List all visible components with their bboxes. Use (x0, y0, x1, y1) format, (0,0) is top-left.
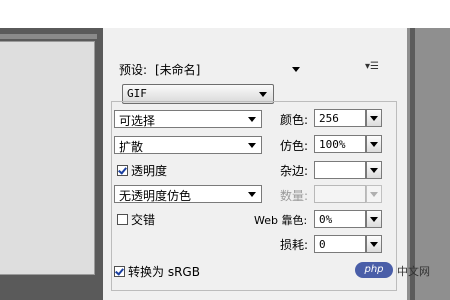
preset-select[interactable]: [未命名] (155, 61, 200, 78)
right-scrollbar[interactable] (410, 28, 415, 300)
format-value: GIF (127, 87, 147, 100)
interlaced-label: 交错 (131, 213, 156, 227)
dither-dropdown-button[interactable] (366, 135, 382, 153)
amount-dropdown-button[interactable] (366, 185, 382, 203)
matte-label: 杂边: (280, 164, 309, 178)
dither-value: 100% (319, 138, 346, 151)
web-snap-label: Web 靠色: (254, 214, 308, 227)
colors-dropdown-button[interactable] (366, 109, 382, 127)
interlaced-checkbox[interactable] (117, 214, 128, 225)
color-reduction-value: 可选择 (119, 114, 156, 128)
chevron-down-icon (370, 242, 378, 247)
convert-srgb-label: 转换为 sRGB (128, 265, 200, 279)
colors-label: 颜色: (280, 113, 309, 127)
chevron-down-icon (370, 142, 378, 147)
lossy-dropdown-button[interactable] (366, 235, 382, 253)
preview-area (0, 41, 95, 275)
amount-field[interactable] (314, 185, 366, 203)
frame-top (0, 0, 450, 28)
watermark-text: 中文网 (397, 265, 430, 278)
panel-menu-icon[interactable]: ▾☰ (365, 61, 379, 72)
preset-label: 预设: (119, 63, 148, 77)
amount-label: 数量: (280, 189, 309, 203)
chevron-down-icon (248, 143, 256, 148)
dither-algorithm-value: 扩散 (119, 140, 144, 154)
lossy-label: 损耗: (280, 238, 309, 252)
chevron-down-icon (248, 117, 256, 122)
php-logo: php (355, 262, 393, 278)
transparency-dither-select[interactable]: 无透明度仿色 (114, 185, 262, 203)
color-reduction-select[interactable]: 可选择 (114, 110, 262, 128)
chevron-down-icon (370, 217, 378, 222)
chevron-down-icon (370, 192, 378, 197)
web-snap-value: 0% (319, 213, 333, 226)
format-dropdown-arrow-icon (259, 92, 267, 97)
dither-algorithm-select[interactable]: 扩散 (114, 136, 262, 154)
lossy-value: 0 (319, 238, 326, 251)
dither-label: 仿色: (280, 139, 309, 153)
web-snap-field[interactable]: 0% (314, 210, 366, 228)
transparency-checkbox[interactable] (117, 165, 128, 176)
lossy-field[interactable]: 0 (314, 235, 366, 253)
chevron-down-icon (370, 168, 378, 173)
colors-field[interactable]: 256 (314, 109, 366, 127)
preview-strip (0, 34, 97, 39)
transparency-label: 透明度 (131, 164, 168, 178)
web-snap-dropdown-button[interactable] (366, 210, 382, 228)
colors-value: 256 (319, 112, 339, 125)
chevron-down-icon (370, 116, 378, 121)
matte-field[interactable] (314, 161, 366, 179)
transparency-dither-value: 无透明度仿色 (119, 189, 192, 203)
preset-dropdown-arrow-icon[interactable] (292, 67, 300, 72)
dither-field[interactable]: 100% (314, 135, 366, 153)
matte-dropdown-button[interactable] (366, 161, 382, 179)
optimize-settings-panel: 预设: [未命名] ▾☰ GIF 可选择 扩散 透明度 无透明度仿色 交错 颜色… (103, 28, 407, 300)
convert-srgb-checkbox[interactable] (114, 266, 125, 277)
chevron-down-icon (248, 192, 256, 197)
